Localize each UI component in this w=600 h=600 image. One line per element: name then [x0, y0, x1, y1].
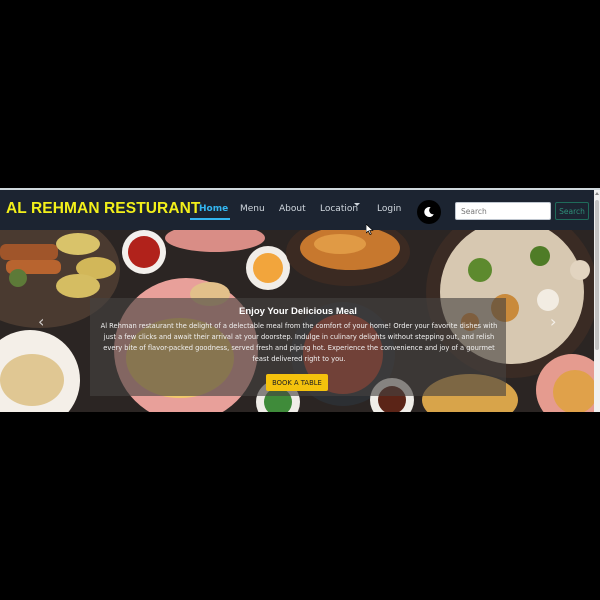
nav-link-menu[interactable]: Menu — [240, 204, 265, 214]
hero-description: Al Rehman restaurant the delight of a de… — [100, 322, 498, 363]
nav-link-login[interactable]: Login — [377, 204, 401, 214]
search-input[interactable] — [455, 202, 551, 220]
chevron-right-icon[interactable]: › — [550, 312, 556, 331]
mouse-cursor-icon — [366, 224, 374, 235]
nav-link-about[interactable]: About — [279, 204, 306, 214]
chevron-left-icon[interactable]: ‹ — [38, 312, 44, 331]
search-button[interactable]: Search — [555, 202, 589, 220]
book-table-button[interactable]: BOOK A TABLE — [266, 374, 328, 391]
theme-toggle-button[interactable] — [417, 200, 441, 224]
hero-carousel: Enjoy Your Delicious Meal Al Rehman rest… — [0, 230, 594, 412]
brand-name[interactable]: AL REHMAN RESTURANT — [6, 200, 201, 218]
nav-link-location[interactable]: Location — [320, 204, 358, 214]
scroll-up-arrow-icon[interactable] — [595, 192, 599, 195]
nav-link-home[interactable]: Home — [199, 204, 228, 214]
hero-title: Enjoy Your Delicious Meal — [239, 306, 357, 317]
moon-icon — [424, 207, 434, 218]
active-link-underline — [190, 218, 230, 220]
dropdown-caret-icon — [354, 203, 360, 206]
scrollbar-thumb[interactable] — [595, 200, 599, 350]
navbar: AL REHMAN RESTURANT Home Menu About Loca… — [0, 190, 594, 230]
browser-viewport: AL REHMAN RESTURANT Home Menu About Loca… — [0, 188, 600, 412]
